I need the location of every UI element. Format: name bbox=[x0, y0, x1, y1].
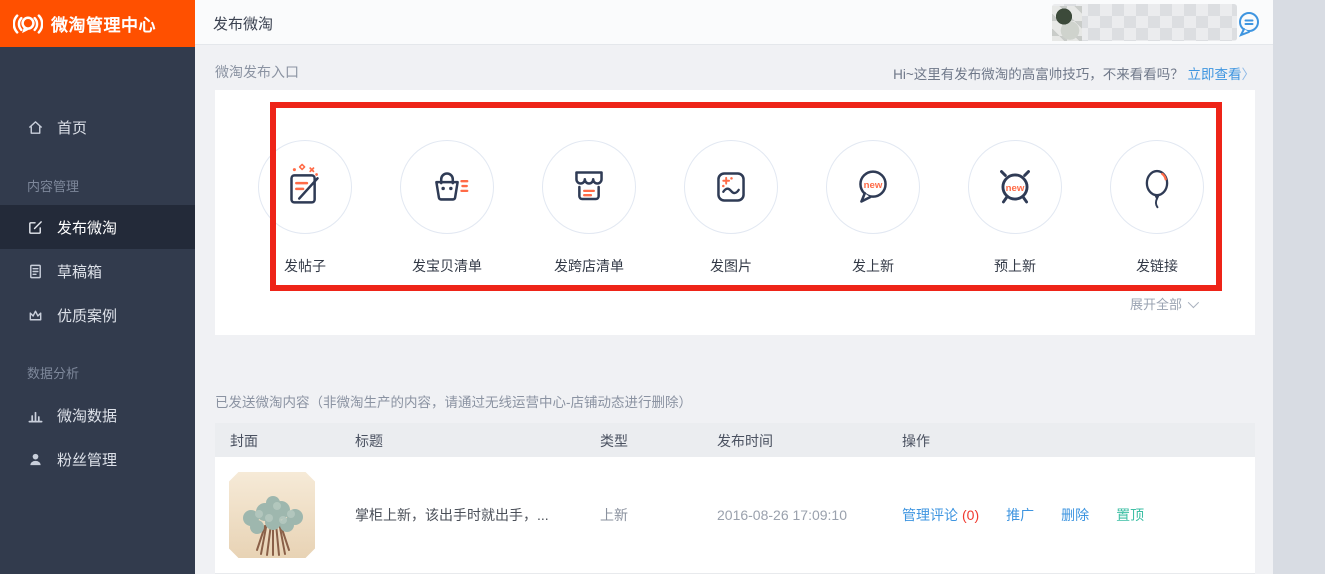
entry-label: 发帖子 bbox=[284, 256, 326, 276]
entry-label: 发跨店清单 bbox=[554, 256, 624, 276]
sidebar-item-label: 草稿箱 bbox=[57, 261, 102, 282]
entry-label: 发宝贝清单 bbox=[412, 256, 482, 276]
chevron-right-icon: 〉 bbox=[1242, 67, 1256, 82]
promote-link[interactable]: 推广 bbox=[1006, 505, 1034, 525]
chat-bubble-icon bbox=[1234, 11, 1264, 37]
sidebar-item-label: 首页 bbox=[57, 117, 87, 138]
bag-icon bbox=[420, 160, 474, 214]
user-account-censored[interactable] bbox=[1052, 4, 1237, 41]
entry-circle bbox=[542, 140, 636, 234]
sent-section-title: 已发送微淘内容（非微淘生产的内容，请通过无线运营中心-店铺动态进行删除） bbox=[215, 391, 692, 411]
avatar bbox=[1052, 6, 1082, 41]
entry-circle bbox=[684, 140, 778, 234]
manage-comments-link[interactable]: 管理评论 bbox=[902, 505, 958, 525]
sidebar-item-label: 粉丝管理 bbox=[57, 449, 117, 470]
entry-post[interactable]: 发帖子 bbox=[234, 140, 376, 276]
row-type: 上新 bbox=[600, 505, 628, 525]
sidebar-section-data: 数据分析 bbox=[0, 362, 195, 382]
delete-link[interactable]: 删除 bbox=[1061, 505, 1089, 525]
entry-label: 发上新 bbox=[852, 256, 894, 276]
entry-label: 预上新 bbox=[994, 256, 1036, 276]
bar-chart-icon bbox=[27, 407, 44, 424]
app-logo[interactable]: 微淘管理中心 bbox=[0, 0, 195, 47]
edit-square-icon bbox=[27, 219, 44, 236]
sidebar-section-content: 内容管理 bbox=[0, 175, 195, 195]
table-header: 封面 标题 类型 发布时间 操作 bbox=[215, 423, 1255, 457]
sent-content-table: 封面 标题 类型 发布时间 操作 bbox=[215, 423, 1255, 574]
sidebar-item-weitao-data[interactable]: 微淘数据 bbox=[0, 393, 195, 437]
svg-text:new: new bbox=[1006, 183, 1025, 194]
post-icon bbox=[278, 160, 332, 214]
entry-label: 发链接 bbox=[1136, 256, 1178, 276]
sidebar: 微淘管理中心 首页 内容管理 发布微淘 草稿箱 优质案例 数据分析 bbox=[0, 0, 195, 574]
user-icon bbox=[27, 451, 44, 468]
top-header: 发布微淘 bbox=[195, 0, 1273, 45]
document-icon bbox=[27, 263, 44, 280]
pin-top-link[interactable]: 置顶 bbox=[1116, 505, 1144, 525]
promo-text: Hi~这里有发布微淘的高富帅技巧，不来看看吗？ bbox=[893, 67, 1184, 82]
picture-icon bbox=[704, 160, 758, 214]
row-title: 掌柜上新，该出手时就出手，... bbox=[355, 505, 549, 525]
broadcast-logo-icon bbox=[13, 11, 43, 37]
chat-new-icon: new bbox=[846, 160, 900, 214]
column-title: 标题 bbox=[355, 431, 383, 451]
sidebar-item-label: 微淘数据 bbox=[57, 405, 117, 426]
sidebar-item-drafts[interactable]: 草稿箱 bbox=[0, 249, 195, 293]
entry-circle bbox=[1110, 140, 1204, 234]
sidebar-item-label: 优质案例 bbox=[57, 305, 117, 326]
promo-view-now-link[interactable]: 立即查看 bbox=[1188, 67, 1242, 82]
balloon-icon bbox=[1130, 160, 1184, 214]
cover-thumbnail bbox=[229, 472, 315, 558]
entry-cross-store-list[interactable]: 发跨店清单 bbox=[518, 140, 660, 276]
sidebar-item-fans[interactable]: 粉丝管理 bbox=[0, 437, 195, 481]
entry-circle bbox=[258, 140, 352, 234]
alarm-new-icon: new bbox=[988, 160, 1042, 214]
column-cover: 封面 bbox=[230, 431, 258, 451]
entry-new-arrival[interactable]: new 发上新 bbox=[802, 140, 944, 276]
entry-pre-new-arrival[interactable]: new 预上新 bbox=[944, 140, 1086, 276]
row-publish-time: 2016-08-26 17:09:10 bbox=[717, 507, 847, 523]
expand-all-button[interactable]: 展开全部 bbox=[1130, 294, 1196, 313]
entry-circle bbox=[400, 140, 494, 234]
comment-count: (0) bbox=[962, 507, 979, 523]
flowers-image bbox=[229, 472, 315, 558]
sidebar-item-label: 发布微淘 bbox=[57, 217, 117, 238]
main-content: 微淘发布入口 Hi~这里有发布微淘的高富帅技巧，不来看看吗？ 立即查看〉 bbox=[195, 45, 1273, 574]
row-actions: 管理评论 (0) 推广 删除 置顶 bbox=[902, 505, 1144, 525]
right-edge-panel bbox=[1273, 0, 1325, 574]
promo-banner: Hi~这里有发布微淘的高富帅技巧，不来看看吗？ 立即查看〉 bbox=[893, 63, 1255, 83]
entry-circle: new bbox=[826, 140, 920, 234]
feedback-chat-button[interactable] bbox=[1234, 11, 1264, 37]
publish-entries-card: 发帖子 发宝贝清单 bbox=[215, 90, 1255, 335]
table-row: 掌柜上新，该出手时就出手，... 上新 2016-08-26 17:09:10 … bbox=[215, 457, 1255, 574]
sidebar-item-home[interactable]: 首页 bbox=[0, 105, 195, 149]
column-publish-time: 发布时间 bbox=[717, 431, 773, 451]
entry-circle: new bbox=[968, 140, 1062, 234]
column-type: 类型 bbox=[600, 431, 628, 451]
entry-picture[interactable]: 发图片 bbox=[660, 140, 802, 276]
crown-icon bbox=[27, 307, 44, 324]
column-actions: 操作 bbox=[902, 431, 930, 451]
page-title: 发布微淘 bbox=[213, 13, 273, 34]
sidebar-item-publish[interactable]: 发布微淘 bbox=[0, 205, 195, 249]
chevron-down-icon bbox=[1188, 296, 1199, 307]
sidebar-item-cases[interactable]: 优质案例 bbox=[0, 293, 195, 337]
entry-item-list[interactable]: 发宝贝清单 bbox=[376, 140, 518, 276]
publish-entries-row: 发帖子 发宝贝清单 bbox=[234, 140, 1228, 276]
shop-icon bbox=[562, 160, 616, 214]
entry-section-title: 微淘发布入口 bbox=[215, 62, 299, 82]
app-title: 微淘管理中心 bbox=[51, 11, 156, 36]
entry-label: 发图片 bbox=[710, 256, 752, 276]
svg-text:new: new bbox=[864, 180, 883, 191]
entry-link[interactable]: 发链接 bbox=[1086, 140, 1228, 276]
home-icon bbox=[27, 119, 44, 136]
